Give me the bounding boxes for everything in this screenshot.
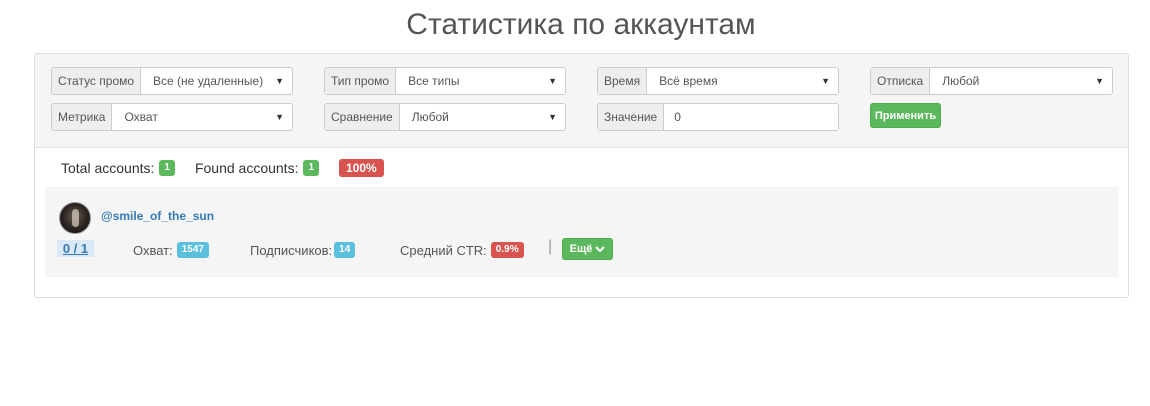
unsubscribe-value: Любой (942, 74, 980, 88)
chevron-down-icon (595, 245, 606, 252)
ctr-badge: 0.9% (490, 242, 524, 258)
promo-type-filter: Тип промо Все типы ▼ (324, 67, 566, 95)
value-filter: Значение 0 (597, 103, 839, 131)
unsubscribe-select[interactable]: Любой ▼ (930, 68, 1112, 94)
avatar[interactable] (59, 202, 91, 234)
caret-down-icon: ▼ (821, 76, 830, 86)
caret-down-icon: ▼ (548, 112, 557, 122)
comparison-filter: Сравнение Любой ▼ (324, 103, 566, 131)
time-value: Всё время (659, 74, 718, 88)
comparison-select[interactable]: Любой ▼ (400, 104, 565, 130)
more-button[interactable]: Ещё (562, 238, 613, 260)
subscribers-badge: 14 (334, 242, 356, 258)
metric-filter: Метрика Охват ▼ (51, 103, 293, 131)
reach-stat: Охват: 1547 (133, 242, 209, 258)
ratio-link[interactable]: 0 / 1 (57, 240, 94, 257)
page-title: Статистика по аккаунтам (406, 8, 756, 41)
reach-badge: 1547 (176, 242, 209, 258)
found-percent-badge: 100% (339, 159, 384, 177)
account-card: @smile_of_the_sun 0 / 1 Охват: 1547 Подп… (45, 187, 1118, 277)
promo-type-select[interactable]: Все типы ▼ (396, 68, 565, 94)
caret-down-icon: ▼ (275, 76, 284, 86)
metric-value: Охват (124, 110, 158, 124)
time-select[interactable]: Всё время ▼ (647, 68, 838, 94)
unsubscribe-label: Отписка (871, 68, 931, 94)
ctr-stat: Средний CTR: 0.9% (400, 242, 524, 258)
time-filter: Время Всё время ▼ (597, 67, 839, 95)
apply-button[interactable]: Применить (870, 103, 941, 128)
subscribers-label: Подписчиков: (250, 242, 333, 258)
caret-down-icon: ▼ (1095, 76, 1104, 86)
found-accounts-label: Found accounts: (194, 160, 299, 176)
comparison-value: Любой (411, 110, 449, 124)
found-accounts-badge: 1 (303, 160, 320, 176)
stats-panel: Статус промо Все (не удаленные) ▼ Тип пр… (34, 53, 1129, 298)
status-promo-label: Статус промо (52, 68, 142, 94)
account-handle-link[interactable]: @smile_of_the_sun (101, 209, 214, 223)
value-input[interactable]: 0 (664, 104, 838, 130)
more-label: Ещё (569, 243, 593, 255)
caret-down-icon: ▼ (275, 112, 284, 122)
filter-bar: Статус промо Все (не удаленные) ▼ Тип пр… (35, 54, 1128, 148)
metric-label: Метрика (52, 104, 113, 130)
total-accounts-label: Total accounts: (61, 160, 155, 176)
promo-type-label: Тип промо (325, 68, 397, 94)
subscribers-stat: Подписчиков: 14 (250, 242, 356, 258)
time-label: Время (598, 68, 648, 94)
reach-label: Охват: (133, 242, 173, 258)
ctr-label: Средний CTR: (400, 242, 487, 258)
divider: | (548, 238, 553, 255)
status-promo-filter: Статус промо Все (не удаленные) ▼ (51, 67, 293, 95)
value-label: Значение (598, 104, 665, 130)
status-promo-value: Все (не удаленные) (153, 74, 264, 88)
promo-type-value: Все типы (408, 74, 460, 88)
comparison-label: Сравнение (325, 104, 400, 130)
metric-select[interactable]: Охват ▼ (112, 104, 292, 130)
total-accounts-badge: 1 (159, 160, 175, 176)
caret-down-icon: ▼ (548, 76, 557, 86)
unsubscribe-filter: Отписка Любой ▼ (870, 67, 1113, 95)
status-promo-select[interactable]: Все (не удаленные) ▼ (141, 68, 292, 94)
summary-line: Total accounts: 1 Found accounts: 1 100% (61, 159, 384, 177)
